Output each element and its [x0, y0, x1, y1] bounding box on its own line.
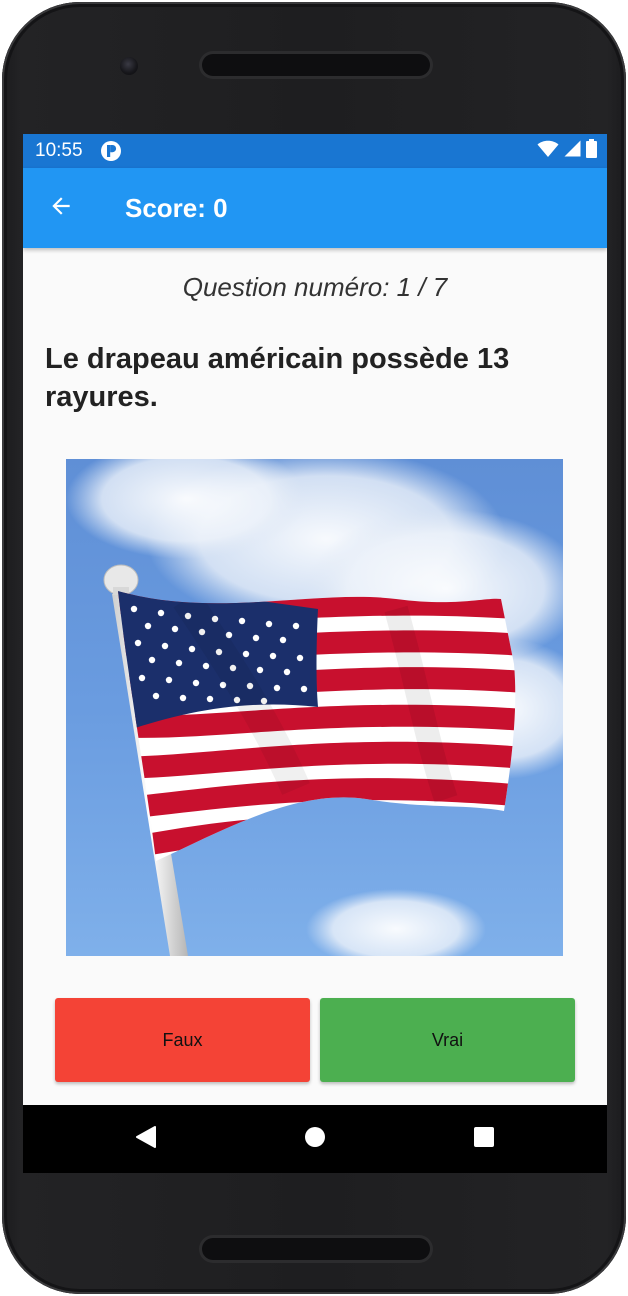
nav-home-button[interactable] — [293, 1117, 337, 1161]
question-counter: Question numéro: 1 / 7 — [182, 272, 448, 302]
top-speaker — [202, 54, 430, 76]
battery-icon — [586, 139, 597, 163]
nav-back-button[interactable] — [124, 1117, 168, 1161]
front-camera — [120, 57, 138, 75]
nav-recents-button[interactable] — [462, 1117, 506, 1161]
app-notification-icon — [100, 140, 122, 162]
status-time: 10:55 — [35, 140, 83, 161]
question-text: Le drapeau américain possède 13 rayures. — [45, 343, 510, 413]
screen: 10:55 Score: 0 Question numéro: 1 / 7 Le… — [23, 134, 607, 1173]
status-icons — [537, 139, 597, 163]
cell-signal-icon — [564, 140, 581, 162]
home-circle-icon — [304, 1126, 326, 1153]
score-title: Score: 0 — [125, 193, 228, 223]
status-bar: 10:55 — [23, 134, 607, 168]
phone-frame: 10:55 Score: 0 Question numéro: 1 / 7 Le… — [0, 0, 628, 1296]
false-button[interactable]: Faux — [55, 998, 310, 1082]
american-flag-photo — [66, 459, 563, 956]
wifi-icon — [537, 140, 559, 163]
arrow-back-icon — [48, 193, 74, 224]
app-bar: Score: 0 — [23, 168, 607, 248]
bottom-speaker — [202, 1238, 430, 1260]
navigation-bar — [23, 1105, 607, 1173]
recents-square-icon — [473, 1126, 495, 1153]
back-button[interactable] — [41, 188, 81, 228]
true-button[interactable]: Vrai — [320, 998, 575, 1082]
back-triangle-icon — [135, 1125, 157, 1154]
quiz-content: Question numéro: 1 / 7 Le drapeau améric… — [23, 248, 607, 1105]
